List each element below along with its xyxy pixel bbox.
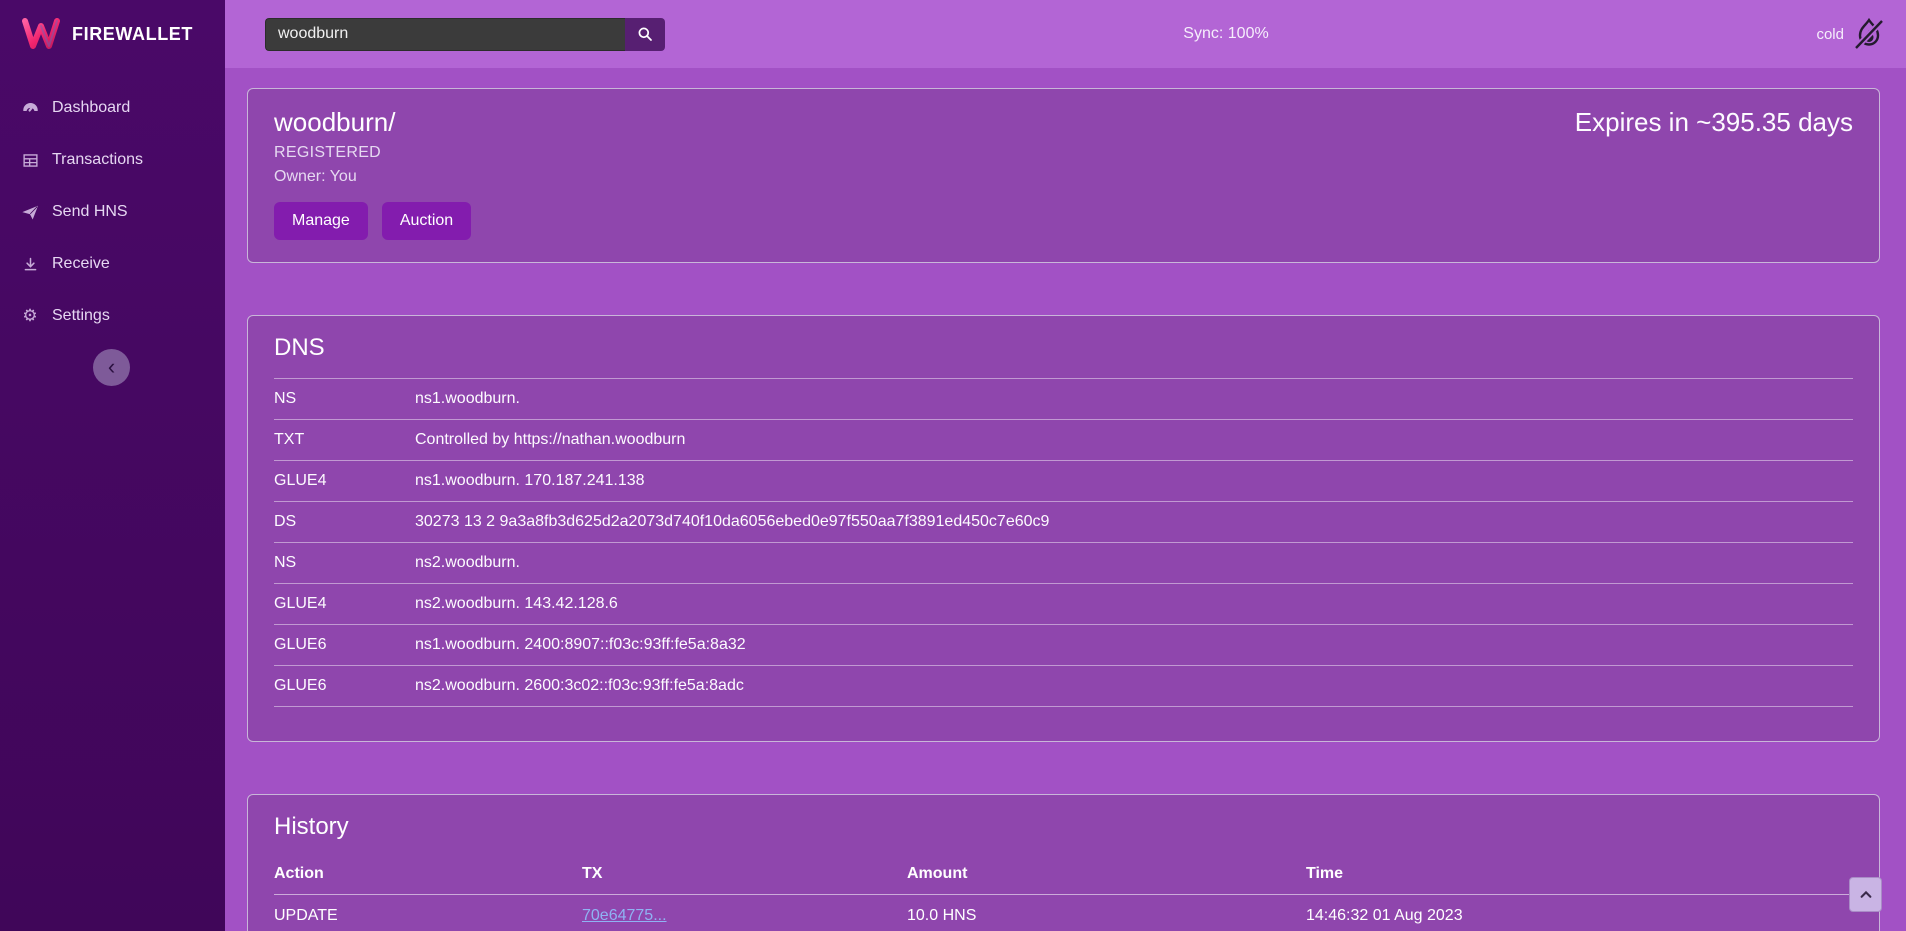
history-card-title: History [274, 813, 1853, 841]
domain-card: woodburn/ Expires in ~395.35 days REGIST… [247, 88, 1880, 263]
send-icon [20, 202, 40, 222]
sidebar-item-label: Settings [52, 307, 110, 325]
dns-record-value: ns1.woodburn. 170.187.241.138 [415, 472, 1853, 490]
sidebar-item-label: Dashboard [52, 99, 130, 117]
app-title: FIREWALLET [72, 24, 193, 45]
history-col-action: Action [274, 865, 582, 883]
sidebar-nav: Dashboard Transactions Send HNS Receive [0, 68, 225, 342]
brand: FIREWALLET [0, 0, 225, 68]
domain-status-text: REGISTERED [274, 144, 1853, 162]
app-window: FIREWALLET Dashboard Transactions Send H… [0, 0, 1906, 931]
scroll-to-top-button[interactable] [1849, 877, 1882, 912]
sidebar-item-dashboard[interactable]: Dashboard [0, 82, 225, 134]
dns-record-row: NS ns2.woodburn. [274, 543, 1853, 584]
dns-record-row: TXT Controlled by https://nathan.woodbur… [274, 420, 1853, 461]
dns-record-row: GLUE4 ns2.woodburn. 143.42.128.6 [274, 584, 1853, 625]
dns-table: NS ns1.woodburn. TXT Controlled by https… [274, 378, 1853, 707]
history-amount: 10.0 HNS [907, 907, 1306, 925]
history-header-row: Action TX Amount Time [274, 853, 1853, 895]
settings-icon: ⚙ [20, 306, 40, 326]
dns-record-type: TXT [274, 431, 415, 449]
search-group [265, 18, 665, 51]
dashboard-icon [20, 98, 40, 118]
dns-record-type: GLUE4 [274, 472, 415, 490]
dns-record-type: DS [274, 513, 415, 531]
dns-record-type: GLUE6 [274, 636, 415, 654]
sidebar-item-transactions[interactable]: Transactions [0, 134, 225, 186]
history-action: UPDATE [274, 907, 582, 925]
dns-record-value: ns2.woodburn. 2600:3c02::f03c:93ff:fe5a:… [415, 677, 1853, 695]
dns-record-row: DS 30273 13 2 9a3a8fb3d625d2a2073d740f10… [274, 502, 1853, 543]
wallet-mode: cold [1816, 17, 1886, 51]
dns-card: DNS NS ns1.woodburn. TXT Controlled by h… [247, 315, 1880, 742]
dns-record-type: NS [274, 554, 415, 572]
sidebar-item-settings[interactable]: ⚙ Settings [0, 290, 225, 342]
search-button[interactable] [625, 18, 665, 51]
history-tx-link[interactable]: 70e64775... [582, 907, 907, 925]
history-time: 14:46:32 01 Aug 2023 [1306, 907, 1853, 925]
history-col-time: Time [1306, 865, 1853, 883]
cold-wallet-icon[interactable] [1852, 17, 1886, 51]
dns-record-value: ns2.woodburn. 143.42.128.6 [415, 595, 1853, 613]
search-icon [637, 26, 653, 42]
dns-record-type: GLUE4 [274, 595, 415, 613]
history-table: Action TX Amount Time UPDATE 70e64775...… [274, 853, 1853, 931]
main-area: Sync: 100% cold woodburn/ Expires in ~39… [225, 0, 1906, 931]
sidebar-collapse-button[interactable]: ‹ [93, 349, 130, 386]
dns-record-type: NS [274, 390, 415, 408]
history-col-tx: TX [582, 865, 907, 883]
dns-record-row: NS ns1.woodburn. [274, 379, 1853, 420]
sidebar-item-label: Receive [52, 255, 110, 273]
page-content: woodburn/ Expires in ~395.35 days REGIST… [225, 68, 1906, 931]
history-row: UPDATE 70e64775... 10.0 HNS 14:46:32 01 … [274, 895, 1853, 931]
auction-button[interactable]: Auction [382, 202, 471, 240]
dns-record-type: GLUE6 [274, 677, 415, 695]
receive-icon [20, 254, 40, 274]
sidebar-item-receive[interactable]: Receive [0, 238, 225, 290]
sidebar-item-send-hns[interactable]: Send HNS [0, 186, 225, 238]
chevron-up-icon [1859, 888, 1873, 902]
domain-expiry-text: Expires in ~395.35 days [1575, 107, 1853, 138]
dns-record-value: Controlled by https://nathan.woodburn [415, 431, 1853, 449]
domain-name-title: woodburn/ [274, 107, 395, 138]
dns-record-row: GLUE6 ns2.woodburn. 2600:3c02::f03c:93ff… [274, 666, 1853, 707]
history-col-amount: Amount [907, 865, 1306, 883]
sidebar-item-label: Transactions [52, 151, 143, 169]
dns-record-row: GLUE6 ns1.woodburn. 2400:8907::f03c:93ff… [274, 625, 1853, 666]
dns-record-value: ns1.woodburn. [415, 390, 1853, 408]
transactions-icon [20, 150, 40, 170]
chevron-left-icon: ‹ [108, 350, 115, 383]
dns-card-title: DNS [274, 334, 1853, 362]
sidebar: FIREWALLET Dashboard Transactions Send H… [0, 0, 225, 931]
history-card: History Action TX Amount Time UPDATE 70e… [247, 794, 1880, 931]
manage-button[interactable]: Manage [274, 202, 368, 240]
sync-status: Sync: 100% [1183, 25, 1268, 43]
sidebar-item-label: Send HNS [52, 203, 128, 221]
search-input[interactable] [265, 18, 625, 51]
topbar: Sync: 100% cold [225, 0, 1906, 68]
dns-record-row: GLUE4 ns1.woodburn. 170.187.241.138 [274, 461, 1853, 502]
dns-record-value: 30273 13 2 9a3a8fb3d625d2a2073d740f10da6… [415, 513, 1853, 531]
dns-record-value: ns1.woodburn. 2400:8907::f03c:93ff:fe5a:… [415, 636, 1853, 654]
wallet-mode-label: cold [1816, 26, 1844, 43]
dns-record-value: ns2.woodburn. [415, 554, 1853, 572]
firewallet-logo-icon [22, 18, 60, 50]
domain-owner-text: Owner: You [274, 168, 1853, 186]
